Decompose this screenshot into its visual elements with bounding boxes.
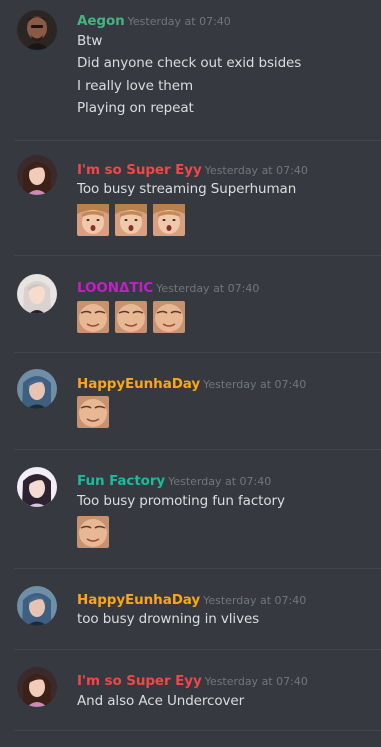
message-group: I'm so Super Eyy Yesterday at 07:40 Too b…: [0, 141, 381, 255]
username[interactable]: HappyEunhaDay: [77, 376, 200, 392]
message-header: HappyEunhaDay Yesterday at 07:40: [77, 373, 307, 392]
message-group: HappyEunhaDay Yesterday at 07:40: [0, 353, 381, 449]
message-header: Fun Factory Yesterday at 07:40: [77, 470, 272, 489]
message-header: I'm so Super Eyy Yesterday at 07:40: [77, 670, 308, 689]
message-text: Btw: [77, 33, 103, 49]
avatar[interactable]: [17, 467, 57, 507]
message-text: Did anyone check out exid bsides: [77, 55, 302, 71]
username[interactable]: LOONΔTIC: [77, 280, 153, 296]
username[interactable]: Fun Factory: [77, 473, 165, 489]
chat-messages: Aegon Yesterday at 07:40 Btw Did anyone c…: [0, 0, 381, 747]
message-group: HappyEunhaDay Yesterday at 07:40 too busy…: [0, 569, 381, 649]
avatar[interactable]: [17, 274, 57, 314]
timestamp: Yesterday at 07:40: [168, 475, 272, 488]
surprised-face-emoji[interactable]: [77, 204, 109, 236]
message-text: And also Ace Undercover: [77, 693, 245, 709]
message-header: Aegon Yesterday at 07:40: [77, 10, 231, 29]
username[interactable]: I'm so Super Eyy: [77, 673, 202, 689]
timestamp: Yesterday at 07:40: [127, 15, 231, 28]
message-divider: [14, 730, 381, 731]
avatar[interactable]: [17, 10, 57, 50]
surprised-face-emoji[interactable]: [153, 204, 185, 236]
message-header: HappyEunhaDay Yesterday at 07:40: [77, 589, 307, 608]
surprised-face-emoji[interactable]: [115, 204, 147, 236]
smiling-face-emoji[interactable]: [77, 396, 109, 428]
message-group: LOONΔTIC Yesterday at 07:40: [0, 256, 381, 352]
timestamp: Yesterday at 07:40: [203, 594, 307, 607]
message-group: I'm so Super Eyy Yesterday at 07:40 And a…: [0, 650, 381, 747]
username[interactable]: HappyEunhaDay: [77, 592, 200, 608]
message-header: LOONΔTIC Yesterday at 07:40: [77, 277, 260, 296]
message-text: I really love them: [77, 78, 193, 94]
timestamp: Yesterday at 07:40: [203, 378, 307, 391]
message-text: too busy drowning in vlives: [77, 611, 260, 627]
smiling-face-emoji[interactable]: [77, 516, 109, 548]
smiling-face-emoji[interactable]: [115, 301, 147, 333]
message-group: Fun Factory Yesterday at 07:40 Too busy p…: [0, 450, 381, 568]
timestamp: Yesterday at 07:40: [204, 164, 308, 177]
message-text: Too busy promoting fun factory: [77, 493, 285, 509]
message-text: Too busy streaming Superhuman: [77, 181, 297, 197]
avatar[interactable]: [17, 155, 57, 195]
smiling-face-emoji[interactable]: [77, 301, 109, 333]
avatar[interactable]: [17, 667, 57, 707]
username[interactable]: Aegon: [77, 13, 125, 29]
timestamp: Yesterday at 07:40: [204, 675, 308, 688]
avatar[interactable]: [17, 369, 57, 409]
avatar[interactable]: [17, 586, 57, 626]
username[interactable]: I'm so Super Eyy: [77, 162, 202, 178]
smiling-face-emoji[interactable]: [153, 301, 185, 333]
message-group: Aegon Yesterday at 07:40 Btw Did anyone c…: [0, 0, 381, 140]
timestamp: Yesterday at 07:40: [156, 282, 260, 295]
message-header: I'm so Super Eyy Yesterday at 07:40: [77, 159, 308, 178]
message-text: Playing on repeat: [77, 100, 194, 116]
